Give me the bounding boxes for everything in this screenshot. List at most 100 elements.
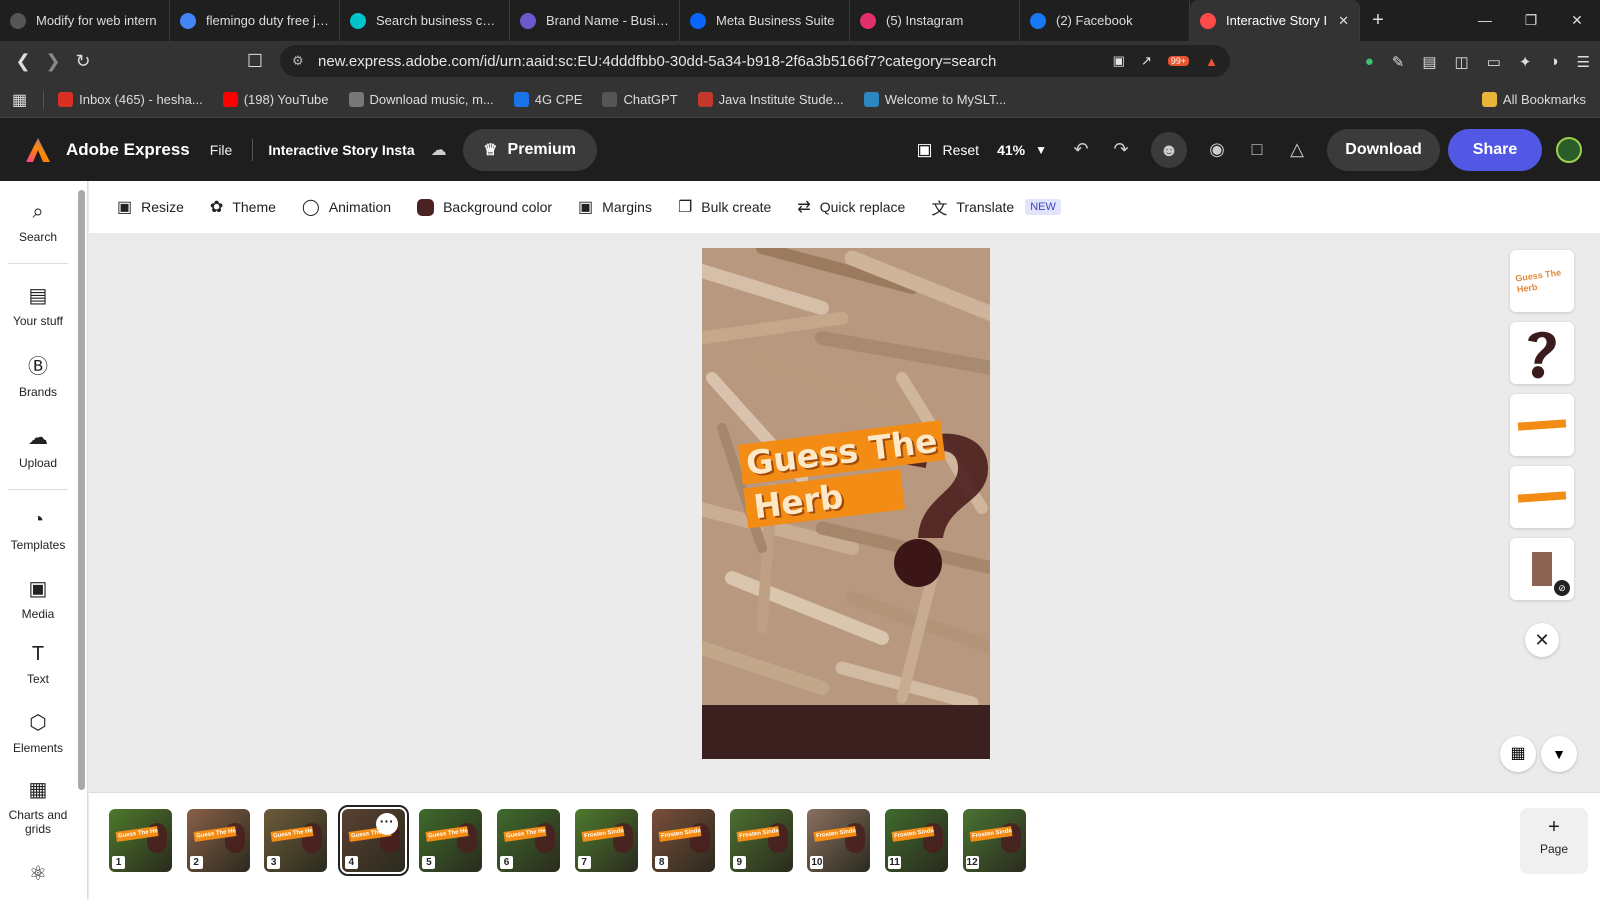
bookmark-item[interactable]: Java Institute Stude... [697, 92, 844, 107]
layer-question-mark[interactable] [1510, 322, 1574, 384]
wallet-icon[interactable]: ▭ [1487, 53, 1501, 71]
avatar[interactable] [1556, 136, 1582, 163]
bookmark-item[interactable]: 4G CPE [513, 92, 582, 107]
vpn-icon[interactable]: ◑ [1549, 53, 1558, 70]
background-color-button[interactable]: Background color [417, 198, 552, 216]
page-thumbnail[interactable]: Guess The Herb4··· [337, 805, 409, 876]
layer-background-photo[interactable]: ⊘ [1510, 538, 1574, 600]
undo-icon[interactable]: ↶ [1061, 139, 1101, 160]
quick-replace-button[interactable]: ⇄ Quick replace [797, 197, 905, 217]
extension-green-icon[interactable]: ● [1365, 53, 1374, 70]
browser-tab[interactable]: Modify for web intern [0, 0, 170, 41]
page-thumbnail[interactable]: Guess The Herb 6 [497, 809, 560, 872]
brave-shield-icon[interactable]: 99+ [1167, 56, 1190, 66]
layer-headline-text[interactable]: Guess The Herb [1510, 250, 1574, 312]
bookmark-item[interactable]: (198) YouTube [222, 92, 329, 107]
browser-tab[interactable]: (5) Instagram [850, 0, 1020, 41]
sidebar-toggle-icon[interactable]: ◫ [1455, 53, 1469, 71]
layer-orange-bar-2[interactable] [1510, 466, 1574, 528]
sidebar-item-brands[interactable]: Ⓑ Brands [0, 350, 76, 399]
resize-button[interactable]: ▣ Resize [117, 197, 184, 217]
back-icon[interactable]: ❮ [8, 51, 38, 72]
sidebar-item-elements[interactable]: ⬡ Elements [0, 710, 76, 755]
brave-rewards-icon[interactable]: ▲ [1205, 54, 1218, 69]
more-options-icon[interactable]: ··· [375, 813, 398, 835]
sidebar-scrollbar[interactable] [78, 190, 85, 790]
design-canvas[interactable]: Guess The Herb [702, 248, 990, 759]
all-bookmarks[interactable]: All Bookmarks [1481, 92, 1586, 107]
sidebar-item-your-stuff[interactable]: ▤ Your stuff [0, 283, 76, 328]
invite-user-icon[interactable]: ☻ [1151, 131, 1187, 168]
browser-tab[interactable]: Interactive Story I ✕ [1190, 0, 1360, 41]
page-thumbnail[interactable]: Frosten Sinday 11 [885, 809, 948, 872]
page-thumbnail[interactable]: Frosten Sinday 8 [652, 809, 716, 872]
browser-tab[interactable]: Brand Name - Busine [510, 0, 680, 41]
more-apps-icon[interactable]: ⚛ [0, 861, 76, 892]
sidebar-item-upload[interactable]: ☁ Upload [0, 425, 76, 470]
apps-grid-icon[interactable]: ▦ [12, 90, 27, 110]
animation-button[interactable]: ◯ Animation [302, 197, 391, 217]
bookmark-item[interactable]: Welcome to MySLT... [863, 92, 1006, 107]
menu-icon[interactable]: ☰ [1577, 53, 1590, 71]
bulk-create-button[interactable]: ❐ Bulk create [678, 197, 771, 217]
translate-button[interactable]: 文 Translate NEW [931, 195, 1061, 219]
browser-tab[interactable]: flemingo duty free job [170, 0, 340, 41]
layer-orange-bar-1[interactable] [1510, 394, 1574, 456]
leo-ai-icon[interactable]: ✦ [1519, 53, 1532, 71]
bookmark-item[interactable]: Inbox (465) - hesha... [58, 92, 203, 107]
extensions-icon[interactable]: ✎ [1392, 53, 1405, 71]
document-title[interactable]: Interactive Story Insta [268, 142, 414, 158]
bookmark-icon[interactable]: ☐ [240, 51, 270, 72]
browser-tab[interactable]: Search business card [340, 0, 510, 41]
share-button[interactable]: Share [1448, 128, 1542, 171]
sidebar-item-text[interactable]: T Text [0, 643, 76, 686]
close-tab-icon[interactable]: ✕ [1338, 13, 1349, 29]
bookmark-item[interactable]: Download music, m... [348, 92, 494, 107]
close-layers-icon[interactable]: ✕ [1525, 623, 1559, 657]
browser-tab[interactable]: (2) Facebook [1020, 0, 1190, 41]
lightbulb-icon[interactable]: ◉ [1197, 139, 1237, 160]
add-page-button[interactable]: + Page [1520, 808, 1588, 874]
grid-view-icon[interactable]: ▦ [1500, 736, 1536, 772]
restore-icon[interactable]: ❐ [1508, 12, 1554, 29]
page-thumbnail[interactable]: Frosten Sinday 7 [574, 809, 638, 872]
address-bar[interactable]: ⚙ new.express.adobe.com/id/urn:aaid:sc:E… [280, 45, 1230, 77]
page-thumbnail[interactable]: Frosten Sinday 9 [729, 809, 793, 872]
file-menu[interactable]: File [210, 142, 233, 158]
page-thumbnail[interactable]: Guess The Herb 3 [264, 809, 328, 872]
beaker-icon[interactable]: △ [1277, 139, 1317, 160]
site-settings-icon[interactable]: ⚙ [292, 53, 304, 69]
adobe-express-logo-icon[interactable] [24, 136, 52, 164]
zoom-chevron-icon[interactable]: ▼ [1035, 143, 1047, 157]
forward-icon[interactable]: ❯ [38, 51, 68, 72]
redo-icon[interactable]: ↷ [1101, 139, 1141, 160]
sidebar-item-templates[interactable]: ◔ Templates [0, 509, 76, 552]
minimize-icon[interactable]: — [1462, 12, 1508, 29]
collapse-pages-chevron-icon[interactable]: ▼ [1541, 736, 1577, 772]
cloud-sync-icon[interactable]: ☁ [431, 140, 447, 160]
download-button[interactable]: Download [1327, 128, 1440, 171]
reset-button[interactable]: ▣ Reset [916, 140, 979, 160]
zoom-level[interactable]: 41% [997, 142, 1025, 158]
page-thumbnail[interactable]: Frosten Sinday 12 [962, 809, 1026, 872]
margins-button[interactable]: ▣ Margins [578, 197, 652, 217]
sidebar-item-charts-and-grids[interactable]: ▦ Charts and grids [0, 777, 76, 836]
browser-tab[interactable]: Meta Business Suite [680, 0, 850, 41]
page-thumbnail[interactable]: Frosten Sinday 10 [807, 809, 871, 872]
comment-icon[interactable]: □ [1237, 139, 1277, 160]
page-thumbnail[interactable]: Guess The Herb 5 [419, 809, 483, 872]
bookmark-item[interactable]: ChatGPT [602, 92, 678, 107]
share-page-icon[interactable]: ↗ [1141, 53, 1152, 69]
hidden-layer-icon[interactable]: ⊘ [1554, 580, 1570, 596]
reload-icon[interactable]: ↻ [68, 51, 98, 72]
premium-button[interactable]: ♕ Premium [462, 128, 597, 171]
theme-button[interactable]: ✿ Theme [210, 197, 276, 217]
cast-icon[interactable]: ▣ [1113, 53, 1125, 69]
page-thumbnail[interactable]: Guess The Herb 2 [186, 809, 250, 872]
sidebar-item-media[interactable]: ▣ Media [0, 576, 76, 621]
reader-icon[interactable]: ▤ [1422, 53, 1436, 71]
page-thumbnail[interactable]: Guess The Herb 1 [109, 809, 172, 872]
sidebar-item-search[interactable]: ⌕ Search [0, 201, 76, 244]
close-window-icon[interactable]: ✕ [1554, 12, 1600, 29]
new-tab-button[interactable]: + [1360, 9, 1396, 32]
